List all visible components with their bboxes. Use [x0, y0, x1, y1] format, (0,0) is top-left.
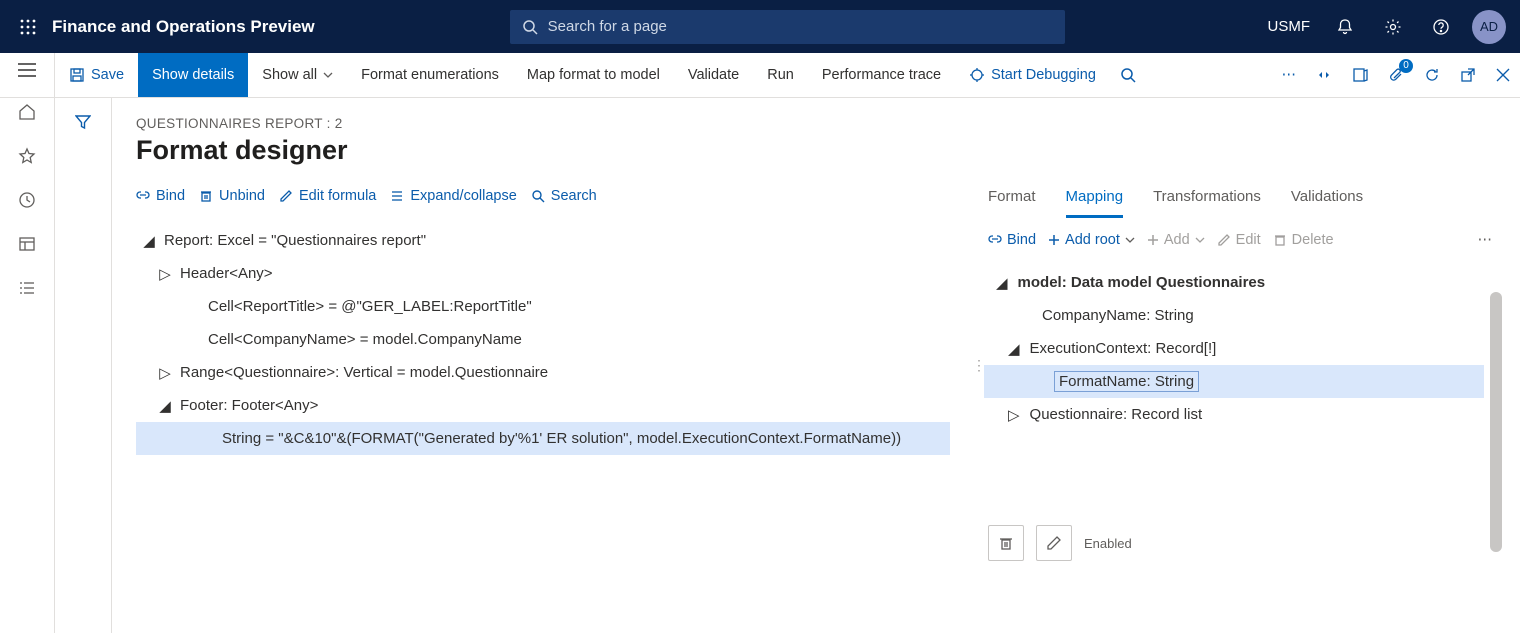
mapping-toolbar: Bind Add root Add Edit Delete ⋯	[984, 218, 1520, 248]
splitter-handle[interactable]	[974, 98, 984, 633]
vertical-scrollbar[interactable]	[1490, 292, 1502, 552]
show-details-button[interactable]: Show details	[138, 53, 248, 97]
rtree-node[interactable]: CompanyName: String	[984, 299, 1484, 332]
top-navbar: Finance and Operations Preview USMF AD	[0, 0, 1520, 53]
tab-mapping[interactable]: Mapping	[1066, 188, 1124, 218]
rbind-button[interactable]: Bind	[988, 232, 1036, 248]
mapping-more-icon[interactable]: ⋯	[1478, 232, 1517, 248]
run-button[interactable]: Run	[753, 53, 808, 97]
tree-toolbar: Bind Unbind Edit formula Expand/collapse…	[136, 188, 950, 204]
edit-formula-button[interactable]: Edit formula	[279, 188, 376, 204]
edit-icon-button[interactable]	[1036, 525, 1072, 561]
refresh-icon[interactable]	[1414, 53, 1450, 97]
find-icon[interactable]	[1110, 53, 1146, 97]
perf-trace-button[interactable]: Performance trace	[808, 53, 955, 97]
add-root-button[interactable]: Add root	[1048, 232, 1135, 248]
tree-node[interactable]: Cell<ReportTitle> = @"GER_LABEL:ReportTi…	[136, 290, 950, 323]
validate-button[interactable]: Validate	[674, 53, 753, 97]
rtree-node[interactable]: ▷Questionnaire: Record list	[984, 398, 1484, 431]
save-label: Save	[91, 67, 124, 83]
tab-transformations[interactable]: Transformations	[1153, 188, 1261, 218]
format-tree: ◢Report: Excel = "Questionnaires report"…	[136, 224, 950, 455]
tree-search-button[interactable]: Search	[531, 188, 597, 204]
user-avatar[interactable]: AD	[1466, 0, 1512, 53]
format-enumerations-button[interactable]: Format enumerations	[347, 53, 513, 97]
rtree-node[interactable]: ◢ExecutionContext: Record[!]	[984, 332, 1484, 365]
attachments-badge: 0	[1399, 59, 1413, 73]
code-icon[interactable]	[1306, 53, 1342, 97]
left-rail	[0, 53, 55, 633]
workspace-icon[interactable]	[18, 235, 36, 253]
app-title: Finance and Operations Preview	[52, 17, 315, 37]
notifications-icon[interactable]	[1322, 0, 1368, 53]
help-icon[interactable]	[1418, 0, 1464, 53]
edit-button: Edit	[1217, 232, 1261, 248]
tree-node[interactable]: ▷Range<Questionnaire>: Vertical = model.…	[136, 356, 950, 389]
rtree-node-selected[interactable]: FormatName: String	[984, 365, 1484, 398]
mapping-footer: Enabled	[984, 511, 1520, 561]
hamburger-icon[interactable]	[18, 63, 36, 77]
enabled-label: Enabled	[1084, 536, 1132, 551]
office-icon[interactable]	[1342, 53, 1378, 97]
trash-button[interactable]	[988, 525, 1024, 561]
favorites-icon[interactable]	[18, 147, 36, 165]
map-format-button[interactable]: Map format to model	[513, 53, 674, 97]
action-bar: Save Show details Show all Format enumer…	[0, 53, 1520, 98]
delete-button: Delete	[1273, 232, 1334, 248]
page-title: Format designer	[136, 135, 950, 166]
unbind-button[interactable]: Unbind	[199, 188, 265, 204]
tree-node-selected[interactable]: String = "&C&10"&(FORMAT("Generated by'%…	[136, 422, 950, 455]
tab-format[interactable]: Format	[988, 188, 1036, 218]
bind-button[interactable]: Bind	[136, 188, 185, 204]
format-tree-pane: QUESTIONNAIRES REPORT : 2 Format designe…	[112, 98, 974, 633]
tree-node[interactable]: Cell<CompanyName> = model.CompanyName	[136, 323, 950, 356]
tree-node[interactable]: ◢Report: Excel = "Questionnaires report"	[136, 224, 950, 257]
breadcrumb: QUESTIONNAIRES REPORT : 2	[136, 116, 950, 131]
home-icon[interactable]	[18, 103, 36, 121]
recent-icon[interactable]	[18, 191, 36, 209]
show-all-button[interactable]: Show all	[248, 53, 347, 97]
company-selector[interactable]: USMF	[1258, 0, 1321, 53]
expand-collapse-button[interactable]: Expand/collapse	[390, 188, 516, 204]
filter-icon[interactable]	[75, 114, 91, 633]
mapping-tree: ◢model: Data model Questionnaires Compan…	[984, 266, 1520, 431]
app-launcher-icon[interactable]	[8, 19, 48, 35]
rtree-node[interactable]: ◢model: Data model Questionnaires	[984, 266, 1484, 299]
save-button[interactable]: Save	[55, 53, 138, 97]
modules-icon[interactable]	[18, 279, 36, 297]
attachments-icon[interactable]: 0	[1378, 53, 1414, 97]
tab-validations[interactable]: Validations	[1291, 188, 1363, 218]
global-search[interactable]	[510, 10, 1065, 44]
settings-icon[interactable]	[1370, 0, 1416, 53]
close-icon[interactable]	[1486, 53, 1520, 97]
tree-node[interactable]: ◢Footer: Footer<Any>	[136, 389, 950, 422]
more-icon[interactable]: ⋯	[1272, 53, 1307, 97]
mapping-pane: Format Mapping Transformations Validatio…	[984, 98, 1520, 633]
start-debugging-button[interactable]: Start Debugging	[955, 53, 1110, 97]
right-tabs: Format Mapping Transformations Validatio…	[984, 188, 1520, 218]
tree-node[interactable]: ▷Header<Any>	[136, 257, 950, 290]
add-button: Add	[1147, 232, 1205, 248]
filter-column	[55, 98, 112, 633]
popout-icon[interactable]	[1450, 53, 1486, 97]
search-input[interactable]	[548, 18, 1053, 35]
